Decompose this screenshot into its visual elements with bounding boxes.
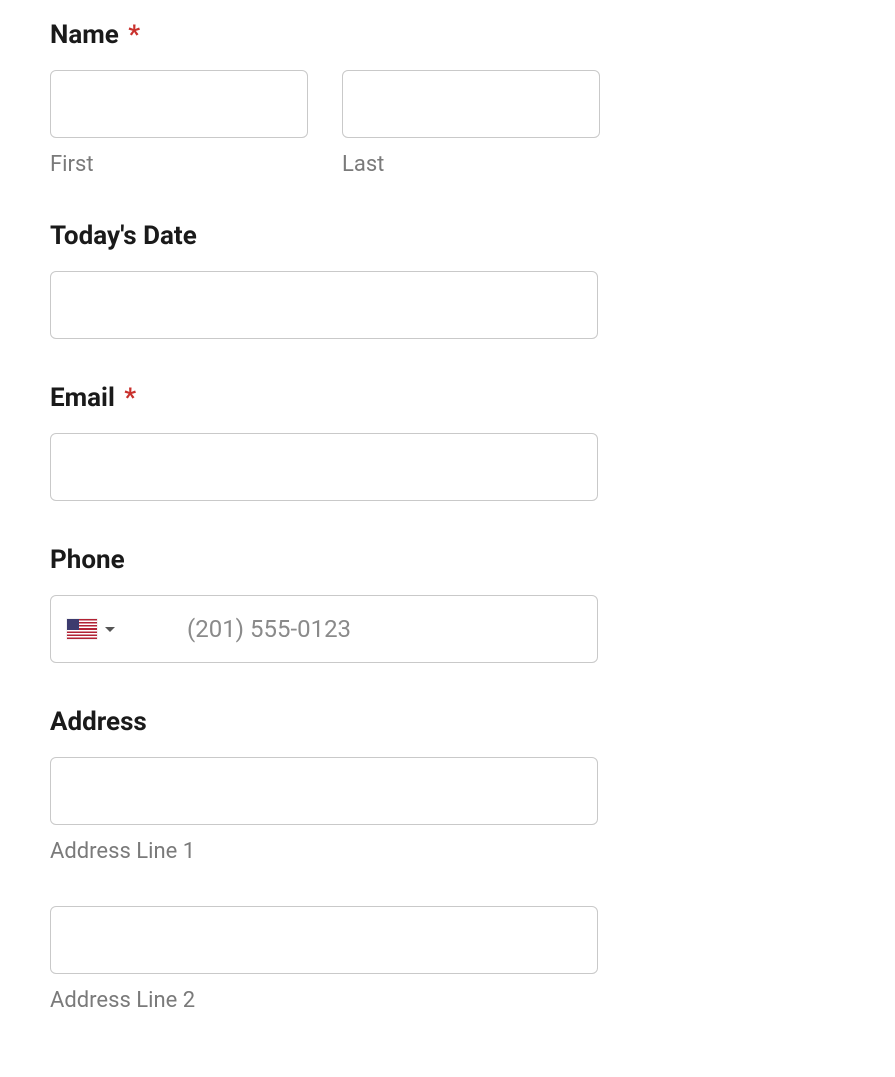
phone-field-group: Phone: [50, 545, 845, 663]
address-field-group: Address Address Line 1 Address Line 2: [50, 707, 845, 1013]
address-label: Address: [50, 707, 845, 737]
address-line2-input[interactable]: [50, 906, 598, 974]
phone-label-text: Phone: [50, 545, 125, 575]
first-name-sublabel: First: [50, 152, 308, 177]
email-label: Email *: [50, 383, 845, 413]
first-name-col: First: [50, 70, 308, 177]
address-label-text: Address: [50, 707, 147, 737]
required-marker: *: [128, 20, 140, 50]
address-line2-row: Address Line 2: [50, 906, 845, 1013]
name-label: Name *: [50, 20, 845, 50]
phone-label: Phone: [50, 545, 845, 575]
email-label-text: Email: [50, 383, 115, 413]
address-line1-sublabel: Address Line 1: [50, 839, 845, 864]
last-name-input[interactable]: [342, 70, 600, 138]
name-field-group: Name * First Last: [50, 20, 845, 177]
required-marker: *: [124, 383, 136, 413]
first-name-input[interactable]: [50, 70, 308, 138]
address-line1-row: Address Line 1: [50, 757, 845, 864]
phone-input-wrapper: [50, 595, 598, 663]
country-selector[interactable]: [51, 596, 171, 662]
date-label: Today's Date: [50, 221, 845, 251]
email-input[interactable]: [50, 433, 598, 501]
address-line1-input[interactable]: [50, 757, 598, 825]
name-label-text: Name: [50, 20, 119, 50]
date-field-group: Today's Date: [50, 221, 845, 339]
us-flag-icon: [67, 619, 97, 639]
date-label-text: Today's Date: [50, 221, 197, 251]
chevron-down-icon: [105, 627, 115, 632]
address-line2-sublabel: Address Line 2: [50, 988, 845, 1013]
name-input-row: First Last: [50, 70, 845, 177]
date-input[interactable]: [50, 271, 598, 339]
last-name-col: Last: [342, 70, 600, 177]
last-name-sublabel: Last: [342, 152, 600, 177]
email-field-group: Email *: [50, 383, 845, 501]
